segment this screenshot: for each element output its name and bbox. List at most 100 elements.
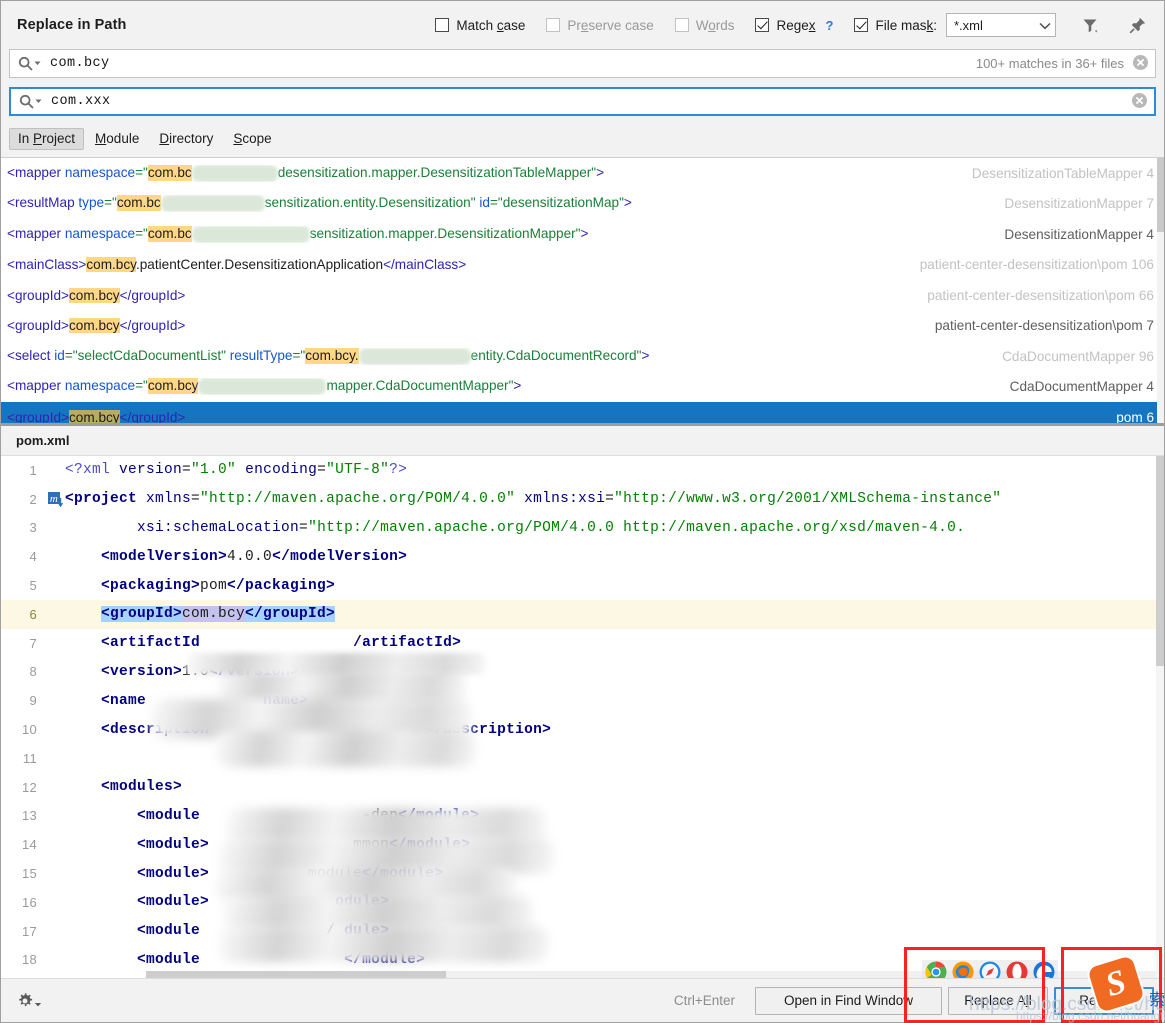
replace-input[interactable]: com.xxx <box>51 94 1131 109</box>
gear-icon[interactable] <box>15 991 42 1011</box>
match-case-label: Match case <box>456 17 526 33</box>
replace-button[interactable]: Replace <box>1054 986 1154 1015</box>
regex-checkbox[interactable] <box>755 18 770 32</box>
search-icon[interactable] <box>18 56 41 71</box>
code-line[interactable]: 2 m <project xmlns="http://maven.apache.or… <box>1 485 1164 514</box>
code-line[interactable]: 11 <box>1 744 1164 773</box>
code-line[interactable]: 1 <?xml version="1.0" encoding="UTF-8"?> <box>1 456 1164 485</box>
scope-tab-scope[interactable]: Scope <box>224 128 280 150</box>
search-fields: com.bcy 100+ matches in 36+ files com.xx… <box>1 49 1164 125</box>
code-line[interactable]: 10 <description </description> <box>1 715 1164 744</box>
regex-label: Regex <box>776 17 816 33</box>
code-token: </module> <box>389 836 471 853</box>
open-in-find-window-button[interactable]: Open in Find Window <box>755 986 942 1015</box>
results-scrollbar[interactable] <box>1157 158 1164 423</box>
code-token: <version> <box>101 663 183 680</box>
code-line[interactable]: 6 <groupId>com.bcy</groupId> <box>1 599 1164 629</box>
code-token: </module> <box>398 807 480 824</box>
scope-tab-directory[interactable]: Directory <box>150 128 222 150</box>
result-code-line: <groupId>com.bcy</groupId> <box>7 287 185 303</box>
replace-all-button[interactable]: Replace All <box>948 986 1048 1015</box>
shortcut-hint: Ctrl+Enter <box>673 993 735 1008</box>
code-line[interactable]: 4 <modelVersion>4.0.0</modelVersion> <box>1 542 1164 571</box>
file-mask-select[interactable]: *.xml <box>946 13 1056 37</box>
find-field-row[interactable]: com.bcy 100+ matches in 36+ files <box>9 49 1156 78</box>
safari-icon <box>979 961 1001 978</box>
match-case-option[interactable]: Match case <box>435 18 525 33</box>
chevron-down-icon <box>1039 18 1051 33</box>
result-row[interactable]: <mapper namespace="com.bc sensitization.m… <box>1 219 1164 250</box>
code-token: ="desensitizationMap" <box>489 195 624 211</box>
code-token: .patientCenter.DesensitizationApplicatio… <box>135 257 384 273</box>
code-editor[interactable]: 1 <?xml version="1.0" encoding="UTF-8"?> 2… <box>1 456 1164 978</box>
results-list[interactable]: <mapper namespace="com.bc desensitization… <box>1 157 1164 423</box>
clear-find-icon[interactable] <box>1132 54 1149 74</box>
filter-icon[interactable] <box>1077 12 1103 38</box>
code-token: id <box>479 195 490 211</box>
code-token: <project <box>65 491 147 508</box>
result-code-line: <select id="selectCdaDocumentList" resul… <box>7 347 649 365</box>
result-file-label: patient-center-desensitization\pom 66 <box>927 287 1154 303</box>
code-token: <module> <box>137 865 210 882</box>
maven-icon[interactable]: m <box>45 491 65 508</box>
line-number: 7 <box>29 635 37 651</box>
code-token: entity.CdaDocumentRecord" <box>470 347 642 363</box>
code-token: <?xml <box>65 462 120 479</box>
code-line[interactable]: 5 <packaging>pom</packaging> <box>1 571 1164 600</box>
code-line[interactable]: 13 <module -dep</module> <box>1 802 1164 831</box>
pin-icon[interactable] <box>1124 12 1150 38</box>
code-line[interactable]: 8 <version>1.0</version> <box>1 658 1164 687</box>
result-file-label: DesensitizationMapper 4 <box>1004 226 1154 242</box>
line-number: 11 <box>22 750 37 766</box>
result-row[interactable]: <resultMap type="com.bc sensitization.ent… <box>1 189 1164 220</box>
code-line[interactable]: 9 <name name> <box>1 686 1164 715</box>
preserve-case-checkbox <box>546 18 561 32</box>
code-line[interactable]: 15 <module> module</module> <box>1 859 1164 888</box>
match-case-checkbox[interactable] <box>435 18 450 32</box>
code-line[interactable]: 12 <modules> <box>1 773 1164 802</box>
preserve-case-option: Preserve case <box>546 18 654 33</box>
result-row[interactable]: <mapper namespace="com.bc desensitization… <box>1 158 1164 189</box>
code-line[interactable]: 7 <artifactId /artifactId> <box>1 629 1164 658</box>
scope-tab-module[interactable]: Module <box>86 128 148 150</box>
result-row[interactable]: <mainClass>com.bcy.patientCenter.Desensi… <box>1 250 1164 281</box>
result-row[interactable]: <groupId>com.bcy</groupId> pom 6 <box>1 402 1164 423</box>
dialog-footer: Ctrl+Enter Open in Find Window Replace A… <box>1 978 1164 1022</box>
code-token: =" <box>135 225 148 241</box>
find-input[interactable]: com.bcy <box>50 56 976 71</box>
result-row[interactable]: <mapper namespace="com.bcy mapper.CdaDocu… <box>1 372 1164 403</box>
match-highlight: com.bcy <box>86 257 136 273</box>
chrome-icon <box>925 961 947 978</box>
file-mask-checkbox[interactable] <box>854 18 869 32</box>
file-mask-option[interactable]: File mask: *.xml <box>854 13 1056 37</box>
code-token: mapper.CdaDocumentMapper" <box>326 378 514 394</box>
code-line[interactable]: 14 <module> mmon</module> <box>1 830 1164 859</box>
code-vertical-scrollbar[interactable] <box>1156 456 1164 978</box>
replace-field-row[interactable]: com.xxx <box>9 87 1156 116</box>
code-line[interactable]: 17 <module / dule> <box>1 917 1164 946</box>
result-code-line: <resultMap type="com.bc sensitization.ent… <box>7 195 632 213</box>
scope-tab-in-project[interactable]: In Project <box>9 128 85 150</box>
result-row[interactable]: <select id="selectCdaDocumentList" resul… <box>1 341 1164 372</box>
code-line[interactable]: 16 <module> odule> <box>1 888 1164 917</box>
result-row[interactable]: <groupId>com.bcy</groupId> patient-center… <box>1 311 1164 342</box>
code-text: <module </module> <box>65 952 425 968</box>
clear-replace-icon[interactable] <box>1131 92 1148 112</box>
code-token: ="selectCdaDocumentList" <box>64 347 230 363</box>
code-line[interactable]: 3 xsi:schemaLocation="http://maven.apach… <box>1 514 1164 543</box>
regex-option[interactable]: Regex ? <box>755 18 833 33</box>
code-text: <description </description> <box>65 722 551 738</box>
regex-help-icon[interactable]: ? <box>826 18 834 33</box>
words-label: Words <box>695 17 735 33</box>
result-row[interactable]: <groupId>com.bcy</groupId> patient-center… <box>1 280 1164 311</box>
search-icon-replace[interactable] <box>19 94 42 109</box>
code-token: <mapper <box>7 164 65 180</box>
code-token: </version> <box>209 663 300 680</box>
